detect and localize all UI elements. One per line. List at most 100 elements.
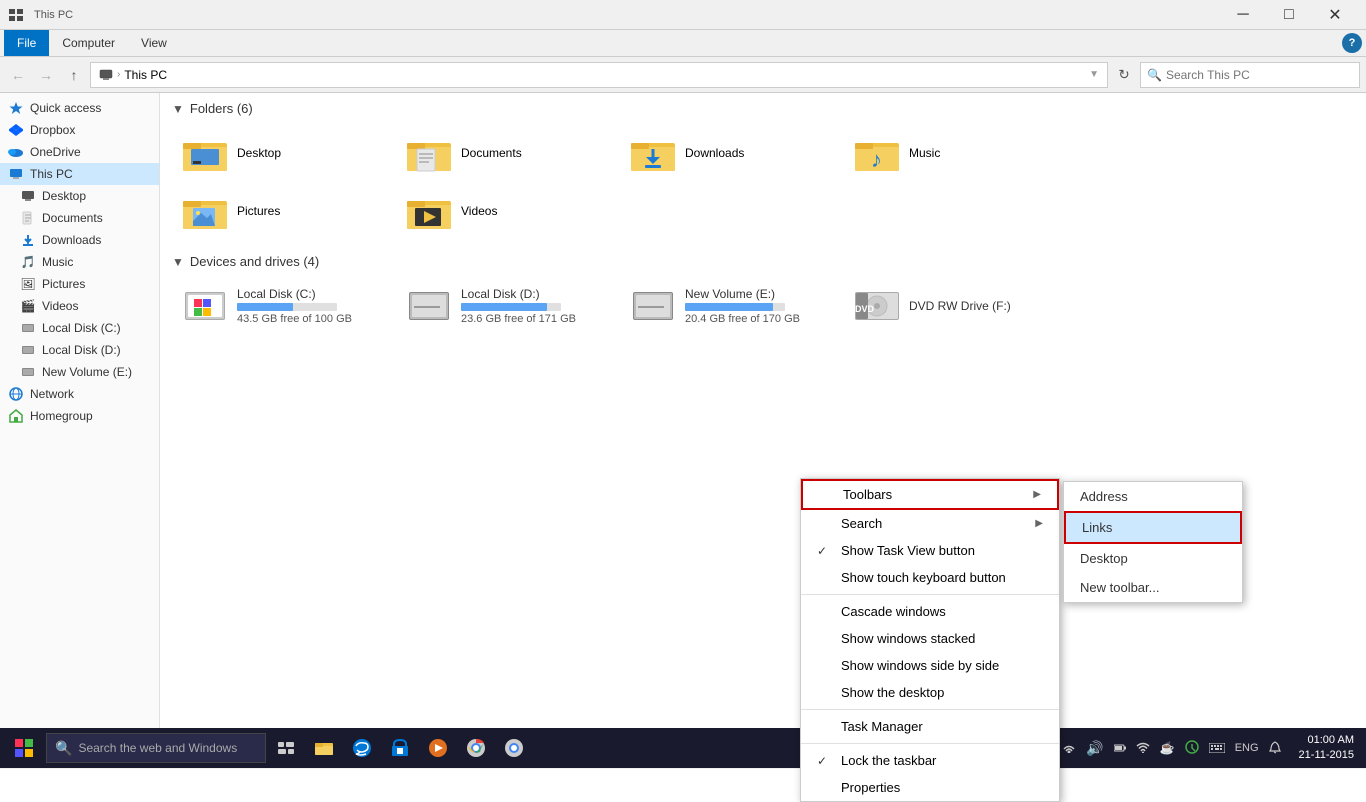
ctx-properties[interactable]: Properties bbox=[801, 774, 1059, 801]
submenu-new-toolbar[interactable]: New toolbar... bbox=[1064, 573, 1242, 602]
ctx-lock-taskbar[interactable]: ✓ Lock the taskbar bbox=[801, 747, 1059, 774]
ctx-cascade[interactable]: Cascade windows bbox=[801, 598, 1059, 625]
dropbox-icon bbox=[8, 122, 24, 138]
submenu-desktop-label: Desktop bbox=[1080, 551, 1128, 566]
folders-grid: Desktop Documents bbox=[172, 126, 1354, 238]
system-clock[interactable]: 01:00 AM 21-11-2015 bbox=[1291, 733, 1362, 764]
drive-c-bar-fill bbox=[237, 303, 293, 311]
network-tray-icon[interactable] bbox=[1058, 738, 1080, 758]
help-button[interactable]: ? bbox=[1342, 33, 1362, 53]
up-button[interactable]: ↑ bbox=[62, 63, 86, 87]
drive-d-free: 23.6 GB free of 171 GB bbox=[461, 313, 576, 325]
task-view-button[interactable] bbox=[268, 730, 304, 766]
ctx-toolbars[interactable]: Toolbars ▶ Address Links Desktop New too… bbox=[801, 479, 1059, 510]
chrome-taskbar-btn[interactable] bbox=[458, 730, 494, 766]
chrome2-taskbar-btn[interactable] bbox=[496, 730, 532, 766]
refresh-button[interactable]: ↻ bbox=[1112, 63, 1136, 87]
path-dropdown-arrow[interactable]: ▼ bbox=[1089, 69, 1099, 80]
disk-e-drive-icon bbox=[629, 286, 677, 326]
extra-tray-icon[interactable] bbox=[1181, 738, 1203, 759]
file-explorer-taskbar-btn[interactable] bbox=[306, 730, 342, 766]
maximize-button[interactable]: □ bbox=[1266, 0, 1312, 30]
ctx-side-by-side[interactable]: Show windows side by side bbox=[801, 652, 1059, 679]
folders-section-header: ▼ Folders (6) bbox=[172, 101, 1354, 116]
forward-button[interactable]: → bbox=[34, 63, 58, 87]
start-button[interactable] bbox=[4, 728, 44, 768]
quick-access-icon bbox=[8, 100, 24, 116]
sidebar-item-homegroup[interactable]: Homegroup bbox=[0, 405, 159, 427]
drive-d-info: Local Disk (D:) 23.6 GB free of 171 GB bbox=[461, 287, 576, 325]
notification-button[interactable] bbox=[1265, 730, 1285, 766]
sidebar-item-desktop[interactable]: Desktop bbox=[0, 185, 159, 207]
address-path[interactable]: › This PC ▼ bbox=[90, 62, 1108, 88]
sidebar-item-music[interactable]: 🎵 Music bbox=[0, 251, 159, 273]
clock-time: 01:00 AM bbox=[1299, 733, 1354, 748]
videos-folder-icon bbox=[405, 191, 453, 231]
ctx-search[interactable]: Search ▶ bbox=[801, 510, 1059, 537]
drive-f-name: DVD RW Drive (F:) bbox=[909, 299, 1011, 313]
sidebar-item-videos[interactable]: 🎬 Videos bbox=[0, 295, 159, 317]
drives-grid: Local Disk (C:) 43.5 GB free of 100 GB bbox=[172, 279, 1354, 333]
minimize-button[interactable]: ─ bbox=[1220, 0, 1266, 30]
volume-tray-icon[interactable]: 🔊 bbox=[1082, 738, 1107, 759]
sidebar-item-quick-access[interactable]: Quick access bbox=[0, 97, 159, 119]
ctx-touch-keyboard[interactable]: Show touch keyboard button bbox=[801, 564, 1059, 591]
tab-computer[interactable]: Computer bbox=[49, 30, 128, 56]
homegroup-icon bbox=[8, 408, 24, 424]
downloads-folder-label: Downloads bbox=[685, 146, 744, 160]
drive-e[interactable]: New Volume (E:) 20.4 GB free of 170 GB bbox=[620, 279, 840, 333]
sidebar-item-onedrive[interactable]: OneDrive bbox=[0, 141, 159, 163]
ctx-show-task-view[interactable]: ✓ Show Task View button bbox=[801, 537, 1059, 564]
folder-documents[interactable]: Documents bbox=[396, 126, 616, 180]
sidebar-item-pictures[interactable]: 🖼 Pictures bbox=[0, 273, 159, 295]
sidebar-item-downloads[interactable]: Downloads bbox=[0, 229, 159, 251]
folder-music[interactable]: ♪ Music bbox=[844, 126, 1064, 180]
drives-toggle[interactable]: ▼ bbox=[172, 255, 184, 269]
sidebar-item-documents[interactable]: Documents bbox=[0, 207, 159, 229]
disk-d-drive-icon bbox=[405, 286, 453, 326]
tab-file[interactable]: File bbox=[4, 30, 49, 56]
sidebar-label-desktop: Desktop bbox=[42, 189, 86, 203]
drive-c[interactable]: Local Disk (C:) 43.5 GB free of 100 GB bbox=[172, 279, 392, 333]
ctx-search-label: Search bbox=[841, 516, 882, 531]
submenu-desktop[interactable]: Desktop bbox=[1064, 544, 1242, 573]
media-taskbar-btn[interactable] bbox=[420, 730, 456, 766]
keyboard-tray-icon[interactable] bbox=[1205, 738, 1229, 758]
sidebar-item-this-pc[interactable]: This PC bbox=[0, 163, 159, 185]
store-taskbar-btn[interactable] bbox=[382, 730, 418, 766]
tab-view[interactable]: View bbox=[128, 30, 180, 56]
language-indicator[interactable]: ENG bbox=[1231, 740, 1263, 756]
sidebar-item-local-d[interactable]: Local Disk (D:) bbox=[0, 339, 159, 361]
folder-downloads[interactable]: Downloads bbox=[620, 126, 840, 180]
drive-d[interactable]: Local Disk (D:) 23.6 GB free of 171 GB bbox=[396, 279, 616, 333]
taskbar-search-box[interactable]: 🔍 Search the web and Windows bbox=[46, 733, 266, 763]
sidebar-item-dropbox[interactable]: Dropbox bbox=[0, 119, 159, 141]
edge-taskbar-btn[interactable] bbox=[344, 730, 380, 766]
folder-pictures[interactable]: Pictures bbox=[172, 184, 392, 238]
submenu-links[interactable]: Links bbox=[1064, 511, 1242, 544]
ctx-task-manager[interactable]: Task Manager bbox=[801, 713, 1059, 740]
drive-f[interactable]: DVD DVD RW Drive (F:) bbox=[844, 279, 1064, 333]
submenu-new-toolbar-label: New toolbar... bbox=[1080, 580, 1160, 595]
search-box[interactable]: 🔍 bbox=[1140, 62, 1360, 88]
pictures-folder-icon bbox=[181, 191, 229, 231]
sidebar-label-quick-access: Quick access bbox=[30, 101, 101, 115]
java-tray-icon[interactable]: ☕ bbox=[1156, 739, 1179, 757]
sidebar-label-new-volume-e: New Volume (E:) bbox=[42, 365, 132, 379]
battery-tray-icon[interactable] bbox=[1110, 738, 1130, 758]
sidebar-item-local-c[interactable]: Local Disk (C:) bbox=[0, 317, 159, 339]
folder-videos[interactable]: Videos bbox=[396, 184, 616, 238]
drive-d-name: Local Disk (D:) bbox=[461, 287, 576, 301]
folders-toggle[interactable]: ▼ bbox=[172, 102, 184, 116]
close-button[interactable]: ✕ bbox=[1312, 0, 1358, 30]
folder-desktop[interactable]: Desktop bbox=[172, 126, 392, 180]
ctx-stacked[interactable]: Show windows stacked bbox=[801, 625, 1059, 652]
submenu-address[interactable]: Address bbox=[1064, 482, 1242, 511]
toolbars-submenu: Address Links Desktop New toolbar... bbox=[1063, 481, 1243, 603]
sidebar-item-new-volume-e[interactable]: New Volume (E:) bbox=[0, 361, 159, 383]
back-button[interactable]: ← bbox=[6, 63, 30, 87]
wifi-tray-icon[interactable] bbox=[1132, 738, 1154, 758]
ctx-show-desktop[interactable]: Show the desktop bbox=[801, 679, 1059, 706]
sidebar-item-network[interactable]: Network bbox=[0, 383, 159, 405]
search-input[interactable] bbox=[1166, 68, 1353, 82]
